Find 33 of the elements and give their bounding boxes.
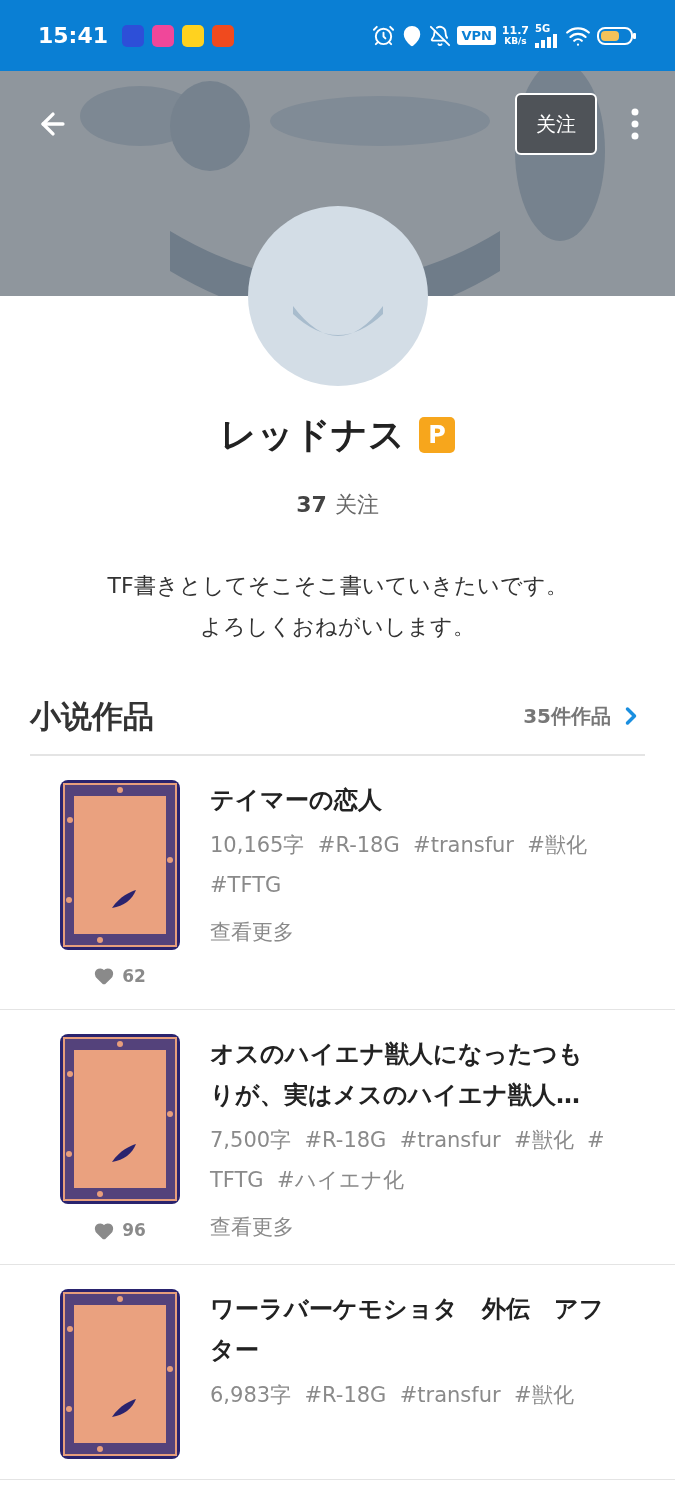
work-title[interactable]: オスのハイエナ獣人になったつもりが、実はメスのハイエナ獣人… — [210, 1034, 605, 1116]
signal-icon — [535, 33, 559, 48]
work-title[interactable]: ワーラバーケモショタ 外伝 アフター — [210, 1288, 605, 1371]
battery-icon — [597, 25, 637, 46]
speed-unit: KB/s — [504, 35, 527, 47]
user-name: レッドナス — [220, 413, 405, 457]
work-title[interactable]: テイマーの恋人 — [210, 779, 605, 821]
work-meta: 6,983字 #R-18G #transfur #獣化 — [210, 1381, 575, 1409]
section-title: 小说作品 — [30, 697, 154, 736]
app-icon — [122, 24, 145, 47]
bell-off-icon — [429, 24, 452, 47]
premium-badge: P — [419, 417, 455, 453]
heart-icon — [94, 966, 115, 987]
heart-icon — [94, 1220, 115, 1241]
like-count: 62 — [122, 964, 146, 988]
more-icon[interactable] — [631, 108, 639, 140]
bio-text: よろしくおねがいします。 — [200, 613, 475, 641]
app-icon — [182, 24, 205, 47]
following-count: 37 — [296, 491, 327, 519]
bio-text: TF書きとしてそこそこ書いていきたいです。 — [107, 572, 568, 600]
works-count-link[interactable]: 35件作品 — [523, 701, 611, 732]
alarm-icon — [372, 24, 396, 47]
follow-button[interactable]: 关注 — [515, 93, 597, 155]
app-icon — [152, 24, 175, 47]
app-icon — [212, 24, 235, 47]
like-count: 96 — [122, 1219, 146, 1242]
work-meta: 10,165字 #R-18G #transfur #獣化 #TFTG — [210, 831, 588, 899]
network-speed: 11.7 — [501, 24, 529, 36]
vpn-badge: VPN — [457, 25, 496, 46]
status-time: 15:41 — [38, 22, 109, 50]
network-type: 5G — [535, 23, 551, 34]
work-meta: 7,500字 #R-18G #transfur #獣化 #TFTG #ハイエナ化 — [210, 1127, 605, 1194]
following-label: 关注 — [334, 491, 379, 519]
